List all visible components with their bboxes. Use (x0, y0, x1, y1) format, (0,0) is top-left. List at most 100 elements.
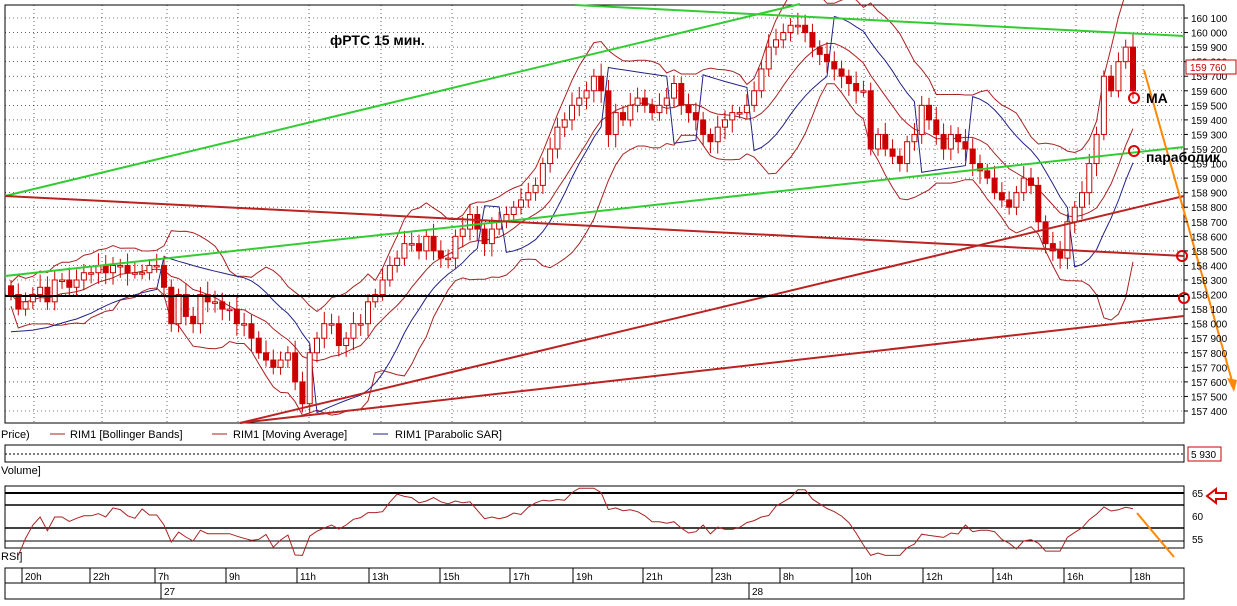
candle (525, 192, 532, 201)
candle (518, 199, 524, 208)
candle (845, 75, 852, 84)
candle (1115, 61, 1122, 92)
candle (918, 104, 925, 135)
candle (416, 243, 422, 252)
candle (408, 243, 415, 246)
candle (131, 272, 138, 275)
candle (321, 323, 328, 339)
legend-sar: RIM1 [Parabolic SAR] (395, 429, 502, 441)
chart-title: фРТС 15 мин. (330, 32, 425, 48)
price-chart: фРТС 15 мин. MA параболик 160 100160 000… (1, 0, 1237, 600)
price-axis: 160 100160 000159 900159 800159 700159 6… (1184, 14, 1228, 418)
candle (1071, 206, 1078, 223)
candle (620, 112, 626, 121)
candle (394, 257, 401, 266)
candle (962, 141, 969, 150)
candle (146, 264, 153, 274)
candle (539, 163, 546, 186)
candle (1086, 163, 1093, 194)
legend-bollinger: RIM1 [Bollinger Bands] (70, 429, 183, 441)
candle (656, 104, 663, 114)
candle (1108, 75, 1115, 92)
candle (59, 279, 65, 282)
y-tick-label: 159 200 (1191, 145, 1228, 156)
candle (459, 228, 466, 237)
date-label: 28 (752, 587, 764, 598)
y-tick-label: 157 800 (1191, 349, 1228, 360)
y-tick-label: 160 100 (1191, 14, 1228, 25)
candle (707, 133, 714, 143)
candle (1064, 221, 1071, 259)
x-tick-label: 19h (576, 572, 593, 583)
candle (401, 243, 408, 259)
candle (430, 235, 437, 252)
candle (328, 323, 335, 326)
candle (875, 133, 881, 150)
legend: Price) RIM1 [Bollinger Bands] RIM1 [Movi… (1, 429, 502, 441)
y-tick-label: 159 000 (1191, 174, 1228, 185)
candle (1028, 177, 1034, 186)
ma-annotation: MA (1146, 90, 1168, 106)
x-tick-label: 20h (25, 572, 42, 583)
candle (802, 24, 809, 34)
candle (182, 294, 189, 317)
candle (423, 235, 430, 252)
x-tick-label: 23h (715, 572, 732, 583)
candle (714, 126, 721, 143)
y-tick-label: 157 900 (1191, 334, 1228, 345)
y-tick-label: 158 600 (1191, 232, 1228, 243)
x-tick-label: 15h (443, 572, 460, 583)
rsi-arrow-marker (1205, 486, 1227, 506)
candle (678, 83, 685, 106)
candle (161, 264, 167, 288)
candle (780, 32, 787, 41)
y-tick-label: 159 600 (1191, 87, 1228, 98)
candle (474, 214, 481, 230)
candle (671, 83, 677, 99)
candle (357, 323, 364, 326)
candle (634, 97, 641, 106)
candle (212, 301, 218, 304)
candle (73, 279, 80, 288)
rsi-tick-65: 65 (1192, 489, 1204, 500)
candle (1079, 192, 1085, 208)
candle (233, 308, 240, 325)
y-tick-label: 158 900 (1191, 189, 1228, 200)
candle (641, 97, 648, 106)
candle (751, 90, 758, 106)
candle (590, 75, 597, 92)
candle (940, 133, 947, 150)
rsi-tick-55: 55 (1192, 535, 1204, 546)
candle (197, 294, 204, 325)
candle (882, 133, 889, 150)
candle (117, 264, 124, 268)
x-tick-label: 17h (513, 572, 530, 583)
candle (350, 323, 357, 339)
candle (175, 294, 182, 325)
y-tick-label: 158 400 (1191, 261, 1228, 272)
x-tick-label: 10h (855, 572, 872, 583)
candle (386, 264, 393, 281)
x-tick-label: 9h (229, 572, 240, 583)
candle (8, 285, 14, 296)
candle (867, 90, 874, 150)
candle (481, 228, 488, 245)
x-tick-label: 22h (93, 572, 110, 583)
candle (583, 90, 590, 99)
candle (947, 133, 954, 150)
candle (612, 112, 619, 135)
legend-ma: RIM1 [Moving Average] (233, 429, 347, 441)
candle (365, 301, 371, 325)
candle (853, 83, 860, 92)
candle (692, 112, 699, 121)
y-tick-label: 158 500 (1191, 247, 1228, 258)
candle (896, 155, 903, 165)
y-tick-label: 160 000 (1191, 29, 1228, 40)
y-tick-label: 158 200 (1191, 291, 1228, 302)
candle (663, 97, 670, 106)
candle (911, 133, 918, 143)
candle (1020, 177, 1027, 194)
candle (794, 24, 801, 28)
candle (314, 337, 320, 354)
volume-value: 5 930 (1191, 450, 1216, 461)
